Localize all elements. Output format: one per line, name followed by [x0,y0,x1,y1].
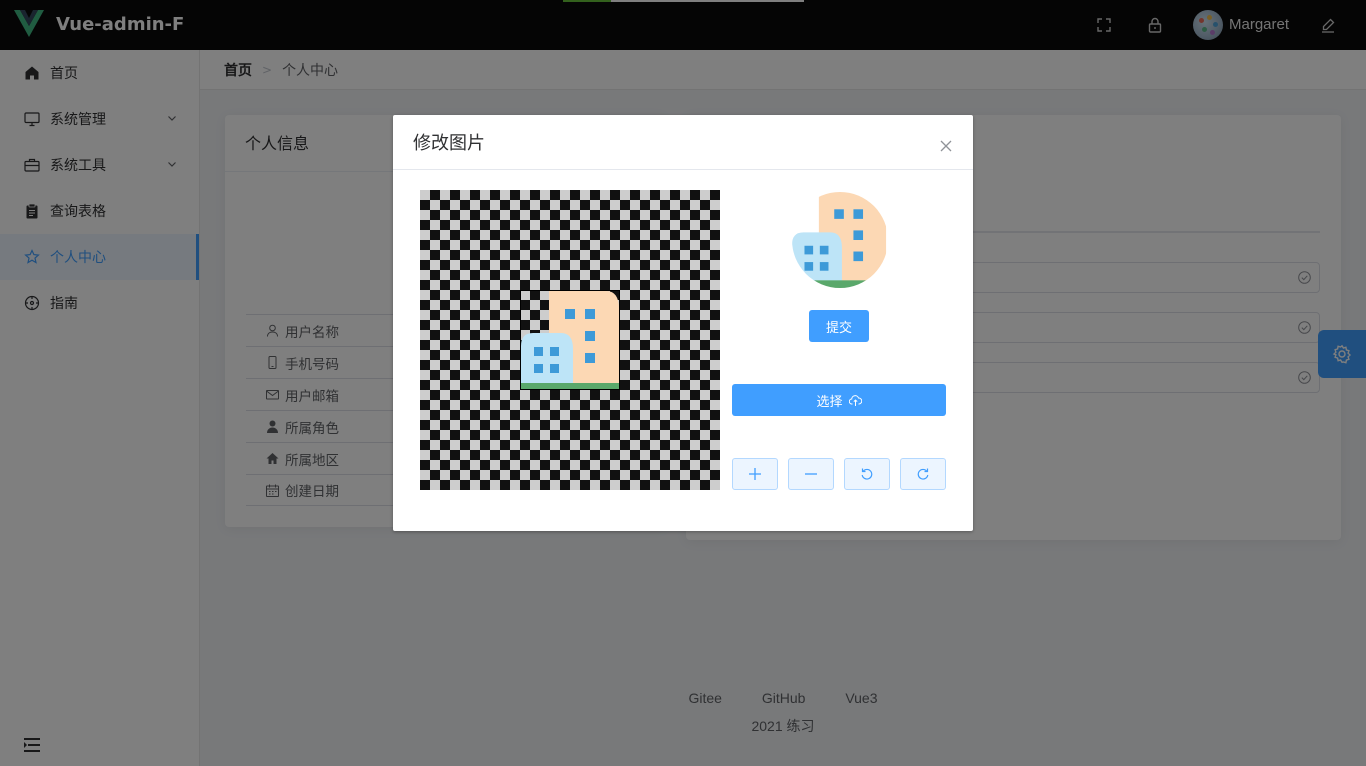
zoom-out-button[interactable] [788,458,834,490]
plus-icon [749,468,761,480]
zoom-in-button[interactable] [732,458,778,490]
rotate-right-button[interactable] [900,458,946,490]
building-image [521,291,619,389]
submit-button[interactable]: 提交 [809,310,869,342]
avatar-preview [792,192,888,288]
choose-file-button[interactable]: 选择 [732,384,946,416]
close-icon[interactable] [939,139,953,153]
dialog-title: 修改图片 [413,133,485,154]
building-image [792,192,888,288]
rotate-left-icon [861,468,873,480]
upload-cloud-icon [848,394,862,406]
dialog-header: 修改图片 [393,115,973,170]
minus-icon [805,473,817,475]
edit-avatar-dialog: 修改图片 提交 选择 [393,115,973,531]
image-cropper[interactable] [420,190,720,490]
choose-file-label: 选择 [816,394,843,410]
crop-box[interactable] [520,290,620,390]
rotate-right-icon [917,468,929,480]
rotate-left-button[interactable] [844,458,890,490]
